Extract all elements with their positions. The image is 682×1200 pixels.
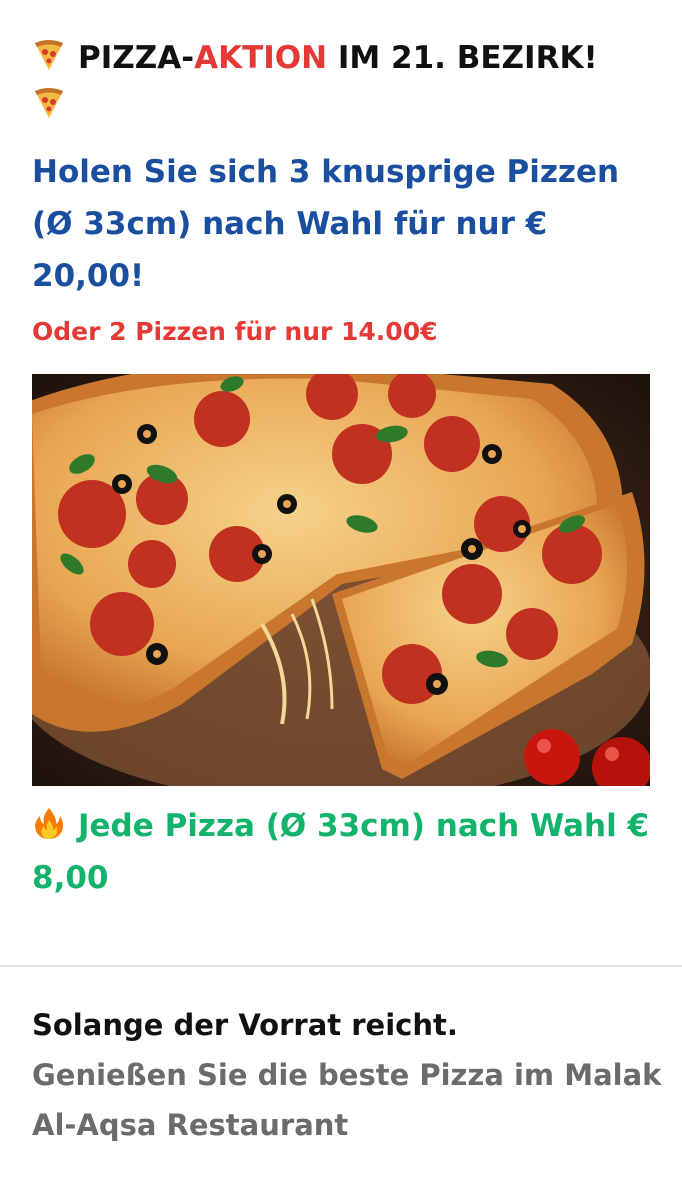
fire-icon [35,808,64,839]
headline-accent: AKTION [194,40,328,76]
promo-headline: PIZZA-AKTION IM 21. BEZIRK! [32,34,652,130]
offer-alternative-text: Oder 2 Pizzen für nur 14.00€ [32,317,438,346]
footer-title: Solange der Vorrat reicht. [32,1008,458,1042]
footer-text: Genießen Sie die beste Pizza im Malak Al… [32,1058,662,1142]
section-divider [0,965,682,967]
price-per-pizza: Jede Pizza (Ø 33cm) nach Wahl € 8,00 [32,800,662,904]
headline-prefix: PIZZA- [78,40,195,76]
pizza-illustration [32,374,650,786]
pizza-slice-icon [35,40,63,70]
pizza-photo [32,374,650,786]
pizza-slice-icon [35,88,63,118]
offer-main-text: Holen Sie sich 3 knusprige Pizzen (Ø 33c… [32,154,620,294]
price-label: Jede Pizza (Ø 33cm) nach Wahl € 8,00 [32,808,650,896]
headline-suffix: IM 21. BEZIRK! [327,40,598,76]
